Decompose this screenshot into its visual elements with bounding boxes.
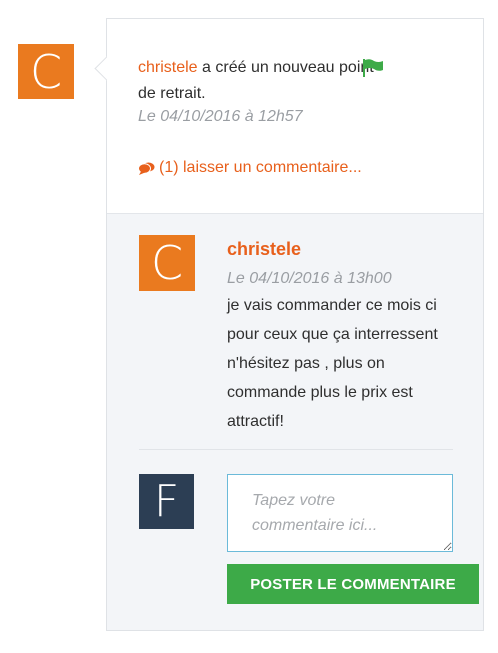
comment-input[interactable] [227, 474, 453, 552]
comment-timestamp: Le 04/10/2016 à 13h00 [227, 270, 392, 287]
activity-author-link[interactable]: christele [138, 59, 198, 76]
comment-author-link[interactable]: christele [227, 239, 301, 260]
activity-text: christele a créé un nouveau point de ret… [138, 55, 388, 107]
comments-icon [138, 162, 155, 175]
post-comment-button[interactable]: POSTER LE COMMENTAIRE [227, 564, 479, 604]
activity-header: christele a créé un nouveau point de ret… [107, 19, 483, 214]
current-user-avatar: F [139, 474, 194, 529]
divider [139, 449, 453, 450]
leave-comment-link[interactable]: (1) laisser un commentaire... [138, 159, 362, 177]
comment-avatar: C [139, 235, 195, 291]
leave-comment-label: (1) laisser un commentaire... [159, 159, 362, 176]
activity-card: christele a créé un nouveau point de ret… [94, 18, 484, 631]
flag-icon [363, 59, 383, 77]
activity-timestamp: Le 04/10/2016 à 12h57 [138, 108, 303, 125]
activity-avatar: C [18, 44, 74, 99]
comment-body: je vais commander ce mois ci pour ceux q… [227, 297, 438, 430]
